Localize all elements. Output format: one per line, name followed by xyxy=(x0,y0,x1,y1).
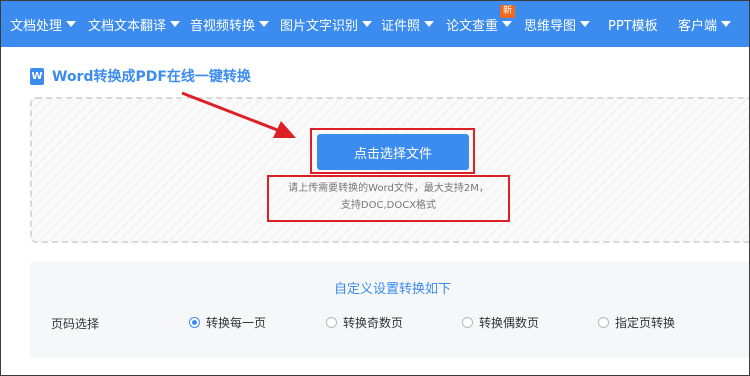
radio-convert-every-page[interactable]: 转换每一页 xyxy=(189,314,266,331)
radio-label: 转换奇数页 xyxy=(343,316,404,330)
radio-convert-even-pages[interactable]: 转换偶数页 xyxy=(462,314,539,331)
radio-convert-specified-pages[interactable]: 指定页转换 xyxy=(598,314,675,331)
radio-unchecked-icon xyxy=(598,317,609,328)
settings-title: 自定义设置转换如下 xyxy=(333,282,451,297)
radio-label: 转换偶数页 xyxy=(479,316,540,330)
page-select-label: 页码选择 xyxy=(51,317,100,331)
radio-convert-odd-pages[interactable]: 转换奇数页 xyxy=(326,314,403,331)
conversion-settings-panel: 自定义设置转换如下 页码选择 转换每一页 转换奇数页 转换偶数页 指定页转换 xyxy=(30,262,750,358)
radio-unchecked-icon xyxy=(326,317,337,328)
radio-checked-icon xyxy=(189,317,200,328)
radio-label: 转换每一页 xyxy=(206,316,267,330)
radio-label: 指定页转换 xyxy=(615,316,676,330)
radio-unchecked-icon xyxy=(462,317,473,328)
